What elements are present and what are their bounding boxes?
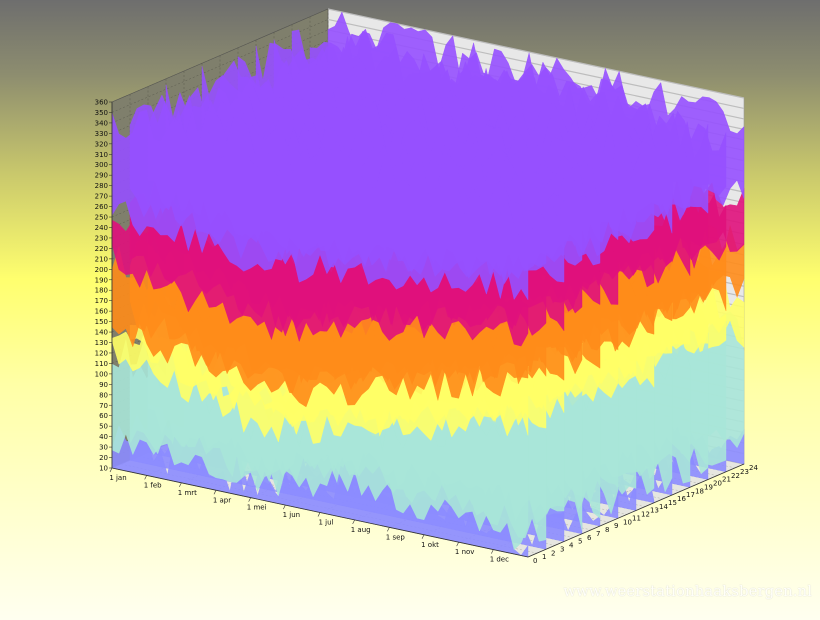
y-tick-label: 10 [99,465,108,473]
y-tick-label: 160 [95,308,108,316]
y-tick-label: 200 [95,266,108,274]
x-tick-label: 1 okt [421,541,439,549]
z-tick-label: 18 [695,487,704,495]
x-tick [491,549,494,554]
y-tick-label: 30 [99,444,108,452]
y-tick-label: 330 [95,130,108,138]
x-tick [456,542,459,547]
z-tick-label: 24 [749,464,758,472]
x-tick-label: 1 mrt [178,489,197,497]
x-tick-label: 1 apr [213,496,231,504]
y-tick-label: 240 [95,224,108,232]
y-tick-label: 100 [95,370,108,378]
y-tick-label: 250 [95,214,108,222]
z-tick-label: 20 [713,480,722,488]
y-tick-label: 130 [95,339,108,347]
x-tick [283,504,286,510]
x-tick [421,534,425,539]
x-tick-label: 1 dec [490,556,509,564]
z-tick-label: 11 [632,514,641,522]
y-tick-label: 80 [99,391,108,399]
z-tick-label: 19 [704,483,713,491]
y-tick-label: 120 [95,349,108,357]
z-tick-label: 3 [560,545,564,553]
y-tick-label: 350 [95,109,108,117]
x-tick-label: 1 jul [318,519,333,527]
z-tick-label: 4 [569,542,574,550]
y-tick-label: 280 [95,182,108,190]
y-tick-label: 170 [95,297,108,305]
x-tick [213,490,217,495]
x-tick [317,512,321,517]
plot-group: 1020304050607080901001101201301401501601… [95,8,758,565]
x-tick-label: 1 mei [247,504,267,512]
x-tick [144,475,147,480]
z-tick-label: 10 [623,518,632,526]
z-tick-label: 22 [731,472,740,480]
x-tick-label: 1 aug [351,526,371,534]
y-tick-label: 300 [95,161,108,169]
z-tick-label: 15 [668,499,677,507]
y-tick-label: 310 [95,151,108,159]
z-tick-label: 2 [551,549,555,557]
x-tick-label: 1 jan [109,474,126,482]
y-tick-label: 50 [99,423,108,431]
y-tick-label: 230 [95,234,108,242]
z-tick-label: 21 [722,476,731,484]
watermark: www.weerstationhaaksbergen.nl [563,582,812,600]
y-tick-label: 190 [95,276,108,284]
x-tick [248,497,251,502]
y-tick-label: 260 [95,203,108,211]
x-tick [179,482,182,487]
y-tick-label: 340 [95,119,108,127]
z-tick-label: 12 [641,511,650,519]
y-tick-label: 270 [95,193,108,201]
y-tick-label: 150 [95,318,108,326]
chart-area: 10 20 30 40 50 60 70 80 90 100 110 120 130 140 150 160 1… [0,0,820,620]
y-tick-label: 70 [99,402,108,410]
x-tick [352,519,355,525]
z-tick-label: 6 [587,534,592,542]
y-tick-label: 180 [95,287,108,295]
y-tick-label: 210 [95,255,108,263]
y-tick-label: 320 [95,140,108,148]
y-tick-label: 220 [95,245,108,253]
surface-chart: 1020304050607080901001101201301401501601… [95,8,758,565]
x-tick-label: 1 sep [386,533,406,541]
y-tick-label: 110 [95,360,108,368]
y-tick-label: 40 [99,433,108,441]
z-tick-label: 23 [740,468,749,476]
y-tick-label: 60 [99,412,108,420]
z-tick-label: 9 [614,522,618,530]
y-tick-label: 360 [95,99,108,107]
y-tick-label: 20 [99,454,108,462]
z-tick-label: 8 [605,526,609,534]
y-tick-label: 290 [95,172,108,180]
y-tick-label: 90 [99,381,108,389]
z-tick-label: 1 [542,553,546,561]
z-tick-label: 13 [650,507,659,515]
z-tick-label: 17 [686,491,695,499]
z-tick-label: 7 [596,530,600,538]
z-tick-label: 0 [533,557,537,565]
x-tick [387,527,390,532]
y-tick-label: 140 [95,329,108,337]
x-tick [109,467,113,473]
x-tick-label: 1 nov [455,548,475,556]
z-tick-label: 5 [578,538,582,546]
x-tick-label: 1 feb [144,481,162,489]
x-tick-label: 1 jun [283,511,301,519]
